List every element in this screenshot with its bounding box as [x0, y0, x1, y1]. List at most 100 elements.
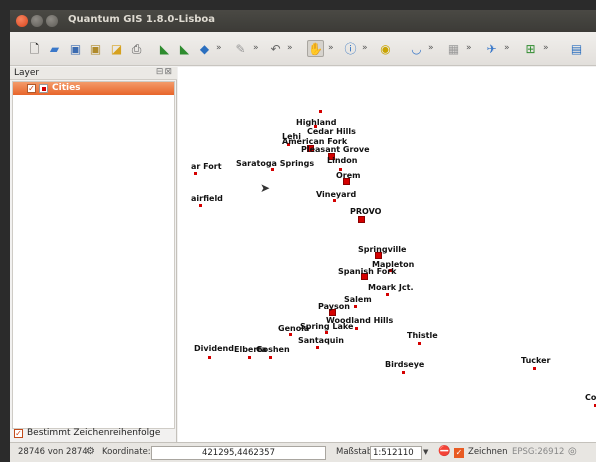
layer-visibility-checkbox[interactable]: ✓ — [27, 84, 36, 93]
render-order-checkbox[interactable]: ✓ — [14, 429, 23, 438]
city-marker — [354, 305, 357, 308]
pan-icon[interactable]: ✋ — [307, 40, 324, 57]
city-label: Payson — [318, 302, 350, 311]
status-bar: 28746 von 2874 ⚙ Koordinate: 421295,4462… — [10, 442, 596, 462]
city-marker — [358, 216, 365, 223]
city-marker — [355, 327, 358, 330]
save-project-icon[interactable]: ▣ — [67, 40, 84, 57]
toolbar-overflow-icon[interactable]: » — [466, 43, 472, 53]
render-checkbox[interactable]: ✓ — [454, 448, 464, 458]
city-label: Spanish Fork — [338, 267, 397, 276]
city-marker — [199, 204, 202, 207]
toolbar-overflow-icon[interactable]: » — [253, 43, 259, 53]
city-label: Dividend — [194, 344, 234, 353]
city-marker — [333, 199, 336, 202]
city-marker — [316, 346, 319, 349]
scale-label: Maßstab — [336, 447, 373, 457]
render-order-label: Bestimmt Zeichenreihenfolge — [27, 428, 161, 438]
city-marker — [418, 342, 421, 345]
qgis-window: Quantum GIS 1.8.0-Lisboa 🗋 ▰ ▣ ▣ ◪ ⎙ ◣ ◣… — [10, 10, 596, 462]
toolbar-overflow-icon[interactable]: » — [362, 43, 368, 53]
undo-icon[interactable]: ↶ — [267, 40, 284, 57]
layer-row-cities[interactable]: ✓ Cities — [13, 82, 174, 95]
render-order-option[interactable]: ✓ Bestimmt Zeichenreihenfolge — [10, 427, 177, 441]
city-marker — [271, 168, 274, 171]
scale-select[interactable]: 1:512110 — [370, 446, 422, 460]
layers-panel-title: Layer — [14, 68, 40, 78]
toolbar-overflow-icon[interactable]: » — [216, 43, 222, 53]
panel-float-close-icon[interactable]: ⊟⊠ — [156, 67, 173, 77]
city-label: Tucker — [521, 356, 551, 365]
city-label: PROVO — [350, 207, 382, 216]
open-project-icon[interactable]: ▰ — [46, 40, 63, 57]
city-marker — [386, 293, 389, 296]
coordinate-label: Koordinate: — [102, 447, 151, 457]
city-marker — [533, 367, 536, 370]
city-marker — [289, 333, 292, 336]
city-label: ar Fort — [191, 162, 222, 171]
coordinate-field[interactable]: 421295,4462357 — [151, 446, 326, 460]
attribute-table-icon[interactable]: ▦ — [445, 40, 462, 57]
render-label: Zeichnen — [468, 447, 508, 457]
map-canvas[interactable]: Highland Cedar Hills Lehi American Fork … — [178, 67, 596, 442]
maximize-window-icon[interactable] — [46, 15, 58, 27]
close-window-icon[interactable] — [16, 15, 28, 27]
city-marker — [319, 110, 322, 113]
city-label: Springville — [358, 245, 407, 254]
city-marker — [325, 331, 328, 334]
city-label: Vineyard — [316, 190, 357, 199]
city-label: Saratoga Springs — [236, 159, 315, 168]
measure-icon[interactable]: ◡ — [408, 40, 425, 57]
plugins-manager-icon[interactable]: ⊞ — [522, 40, 539, 57]
feature-count: 28746 von 2874 — [18, 447, 88, 457]
city-marker — [208, 356, 211, 359]
crs-label[interactable]: EPSG:26912 — [512, 447, 564, 457]
city-label: Spring Lake — [300, 322, 354, 331]
minimize-window-icon[interactable] — [31, 15, 43, 27]
city-marker — [248, 356, 251, 359]
toolbar-overflow-icon[interactable]: » — [328, 43, 334, 53]
city-label: Pleasant Grove — [301, 145, 370, 154]
add-layer-icon[interactable]: ◣ — [156, 40, 173, 57]
projection-icon[interactable]: ◎ — [568, 447, 577, 457]
toolbar-overflow-icon[interactable]: » — [287, 43, 293, 53]
layers-panel: Layer ⊟⊠ ✓ Cities ✓ Bestimmt Zeichenreih… — [10, 67, 177, 442]
city-label: airfield — [191, 194, 223, 203]
chevron-down-icon[interactable]: ▼ — [423, 449, 428, 456]
new-project-icon[interactable]: 🗋 — [26, 40, 43, 57]
identify-icon[interactable]: ⓘ — [342, 40, 359, 57]
toolbar-overflow-icon[interactable]: » — [504, 43, 510, 53]
point-layer-icon — [39, 84, 48, 93]
python-console-icon[interactable]: ▤ — [568, 40, 585, 57]
toolbar-overflow-icon[interactable]: » — [428, 43, 434, 53]
label-icon[interactable]: ✈ — [483, 40, 500, 57]
layer-name: Cities — [52, 83, 81, 93]
save-as-icon[interactable]: ▣ — [87, 40, 104, 57]
city-label: Moark Jct. — [368, 283, 414, 292]
progress-toggle-icon[interactable]: ⚙ — [86, 447, 95, 457]
main-toolbar: 🗋 ▰ ▣ ▣ ◪ ⎙ ◣ ◣ ◆ » ✎ » ↶ » ✋ » ⓘ » ◉ ◡ … — [10, 32, 596, 66]
city-marker — [194, 172, 197, 175]
city-label: Orem — [336, 171, 361, 180]
digitize-pencil-icon[interactable]: ✎ — [232, 40, 249, 57]
window-title: Quantum GIS 1.8.0-Lisboa — [68, 14, 216, 25]
print-icon[interactable]: ⎙ — [128, 40, 145, 57]
city-label: Lindon — [327, 156, 358, 165]
city-marker — [269, 356, 272, 359]
city-label: Thistle — [407, 331, 438, 340]
layer-properties-icon[interactable]: ◆ — [196, 40, 213, 57]
title-bar: Quantum GIS 1.8.0-Lisboa — [10, 10, 596, 32]
plugin-icon[interactable]: ◉ — [377, 40, 394, 57]
new-print-composer-icon[interactable]: ◪ — [108, 40, 125, 57]
stop-render-icon[interactable]: ⛔ — [438, 447, 450, 457]
layers-panel-header: Layer ⊟⊠ — [10, 67, 177, 80]
city-label: Col — [585, 393, 596, 402]
remove-layer-icon[interactable]: ◣ — [176, 40, 193, 57]
city-label: Cedar Hills — [307, 127, 356, 136]
layer-tree[interactable]: ✓ Cities — [12, 81, 175, 429]
city-label: Santaquin — [298, 336, 344, 345]
city-marker — [402, 371, 405, 374]
toolbar-overflow-icon[interactable]: » — [543, 43, 549, 53]
city-label: Goshen — [256, 345, 290, 354]
mouse-cursor-icon: ➤ — [260, 181, 271, 195]
